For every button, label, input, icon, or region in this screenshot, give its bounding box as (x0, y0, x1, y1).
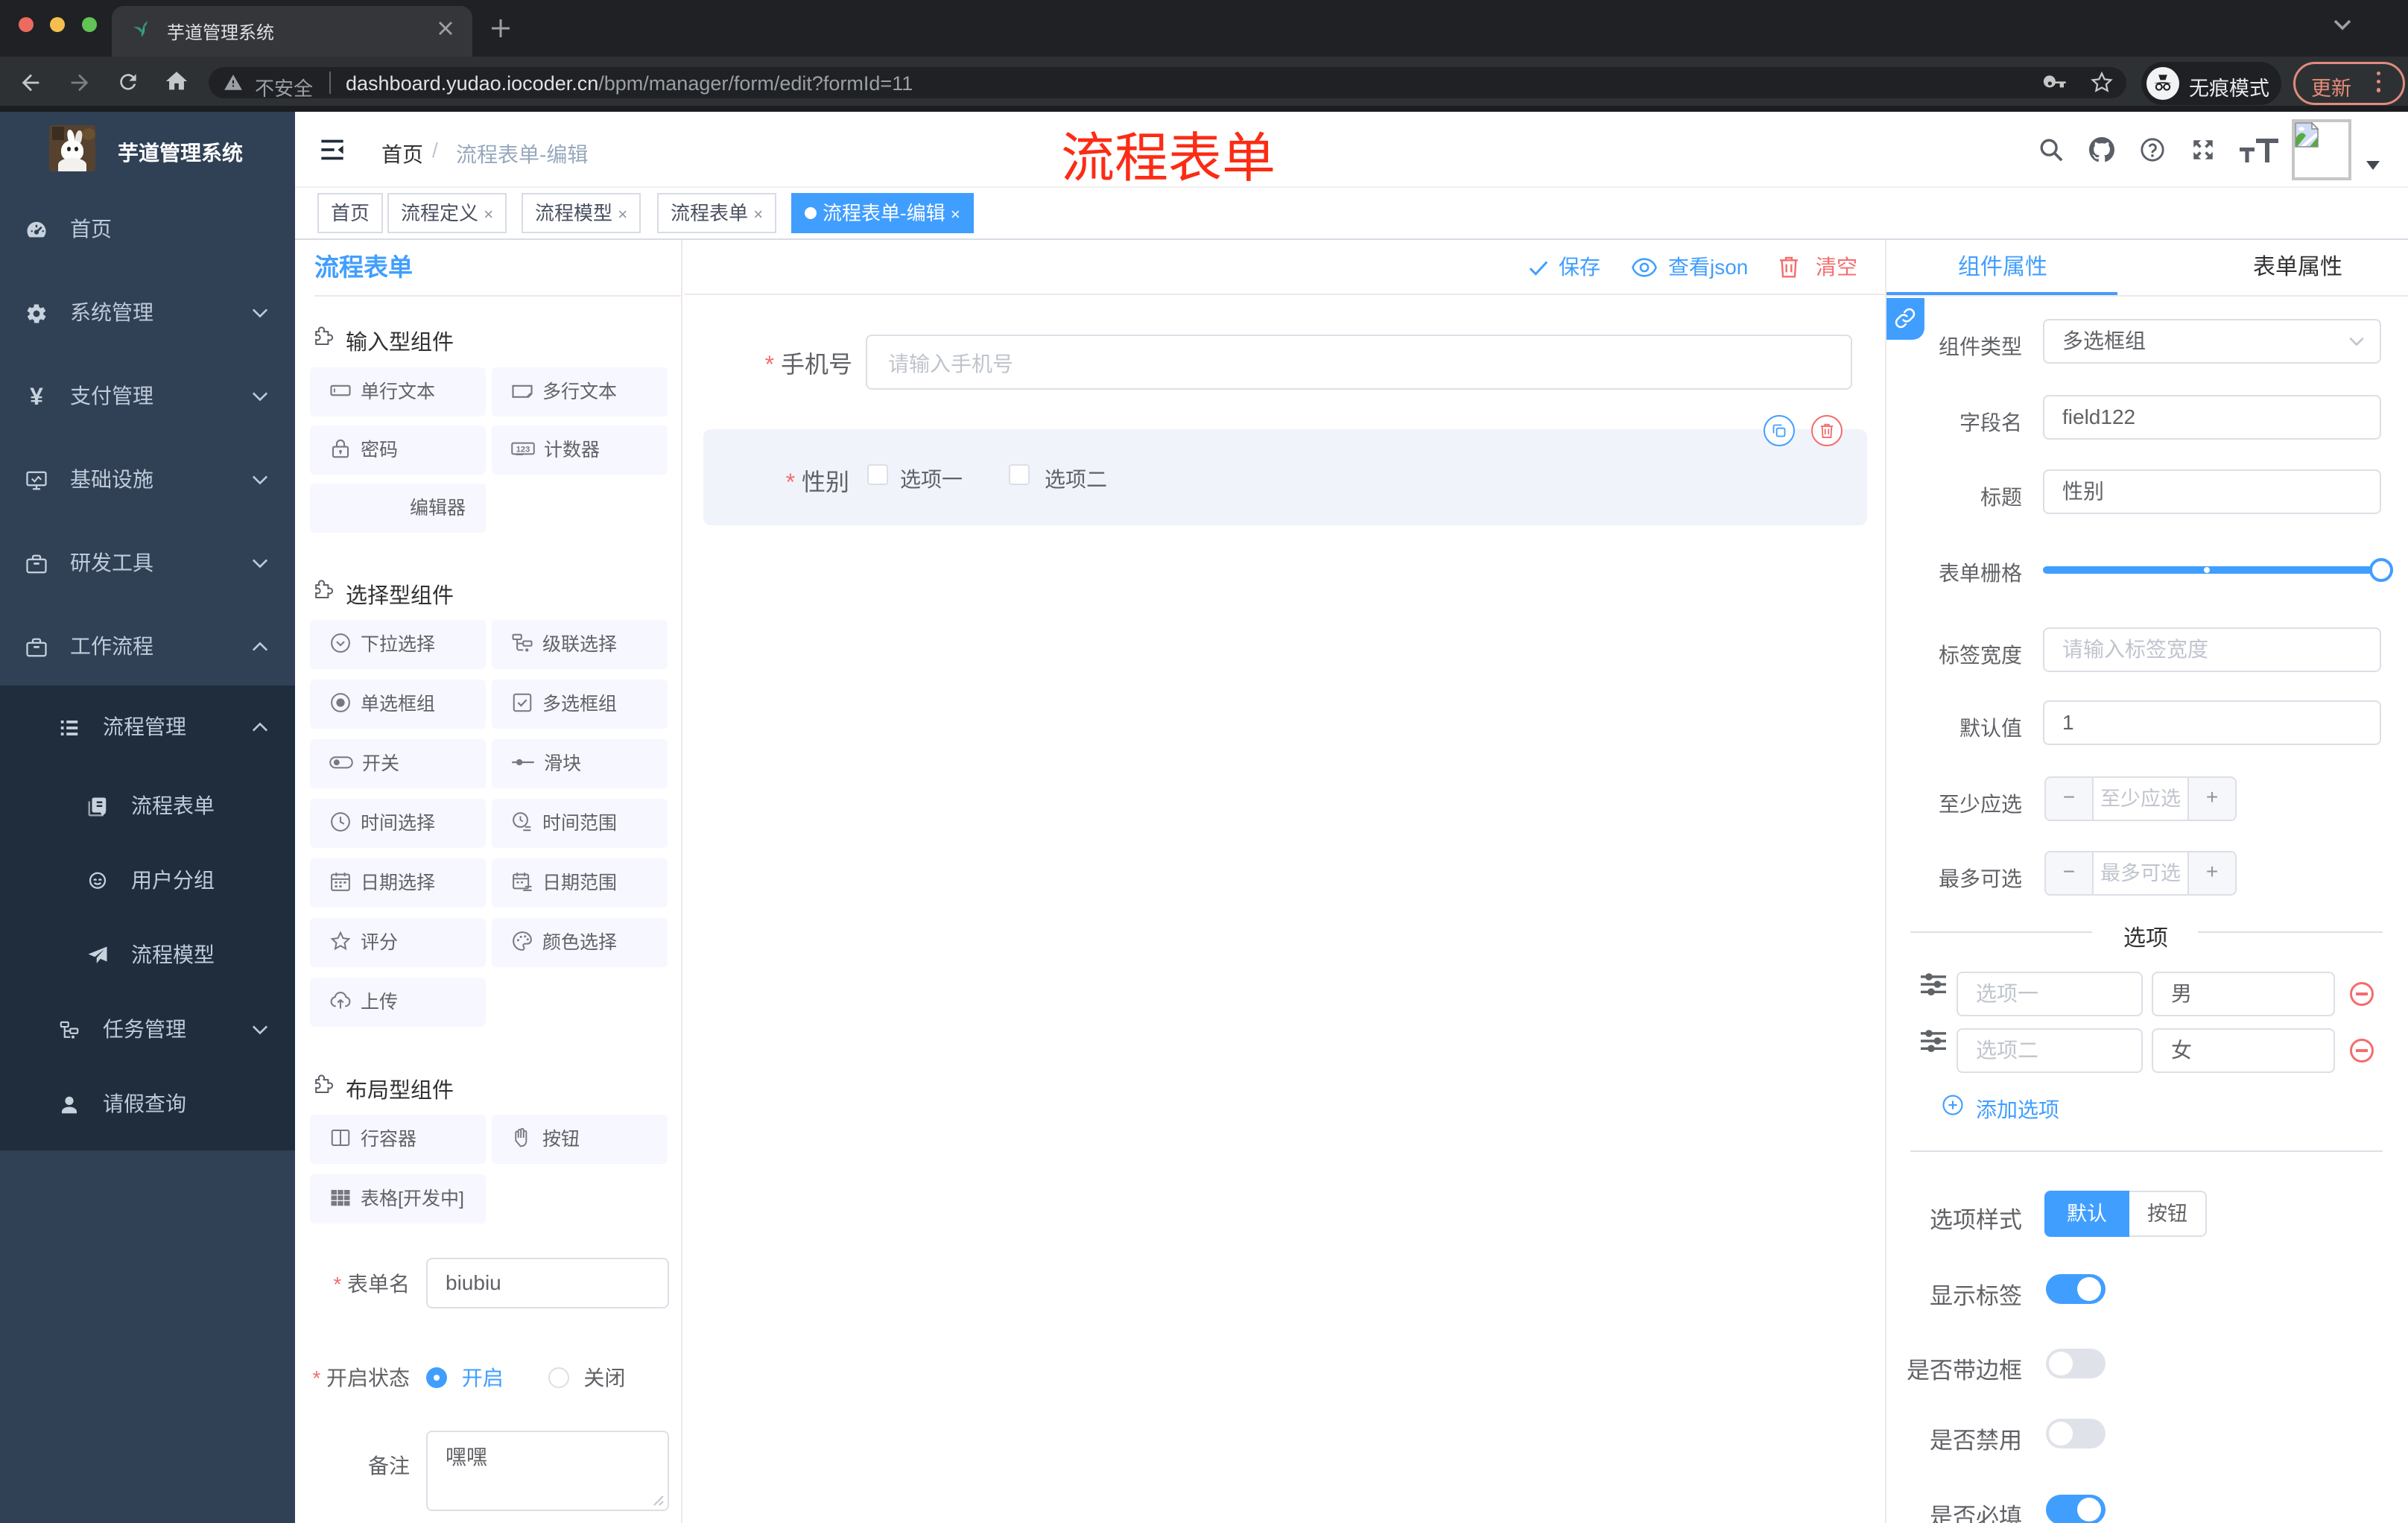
svg-text:123: 123 (516, 445, 530, 454)
